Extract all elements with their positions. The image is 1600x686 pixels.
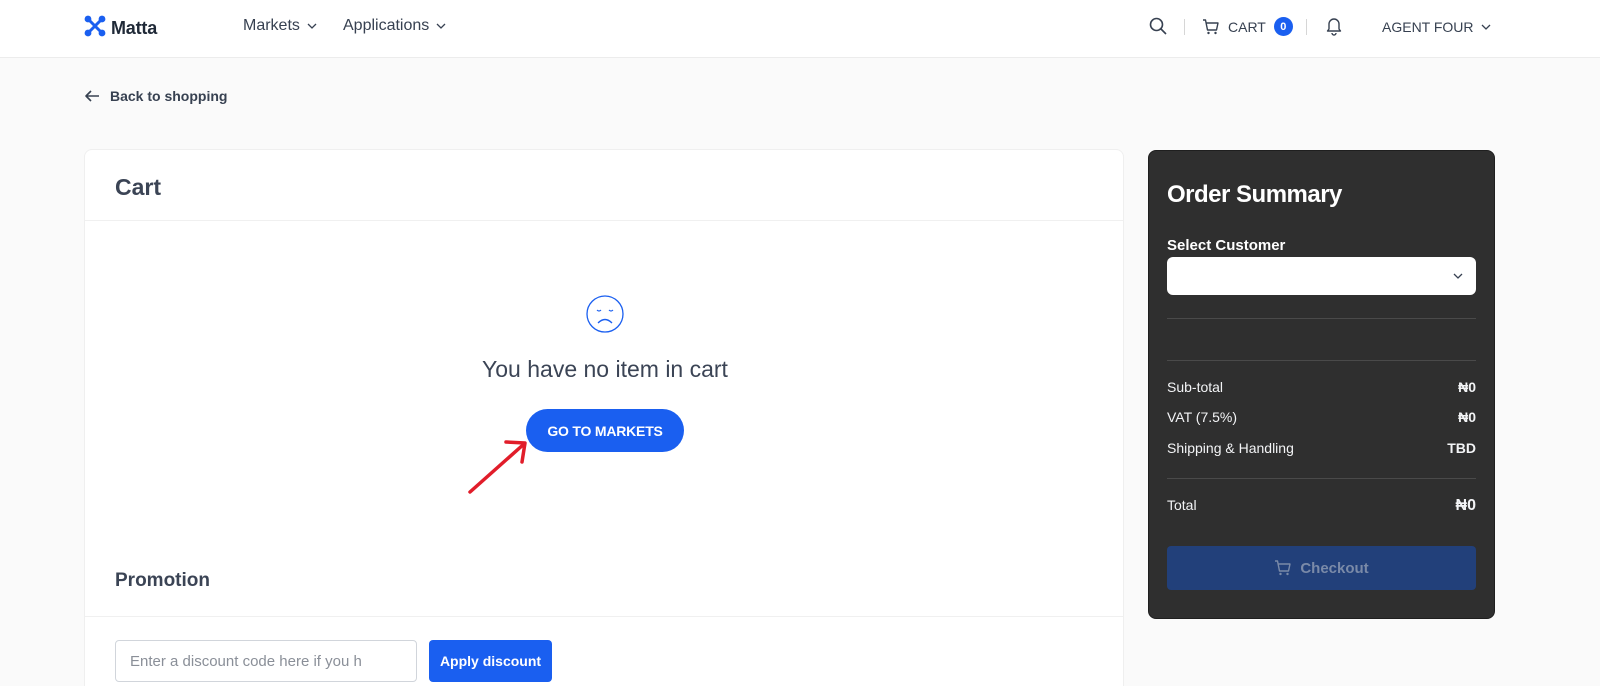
nav-applications[interactable]: Applications [343,17,447,35]
empty-cart-message: You have no item in cart [482,356,728,382]
promotion-title: Promotion [115,570,210,591]
go-to-markets-button[interactable]: GO TO MARKETS [526,409,684,452]
shipping-label: Shipping & Handling [1167,440,1294,456]
divider [1306,19,1307,35]
total-label: Total [1167,497,1197,513]
back-to-shopping-link[interactable]: Back to shopping [84,88,227,104]
customer-select[interactable] [1167,257,1476,295]
search-icon[interactable] [1148,16,1168,41]
shipping-row: Shipping & Handling TBD [1167,440,1476,456]
annotation-arrow-icon [468,440,527,494]
sad-face-icon [585,294,625,339]
user-name: AGENT FOUR [1382,19,1474,35]
logo-text: Matta [111,18,158,38]
order-summary-title: Order Summary [1167,181,1342,208]
discount-code-input[interactable] [115,640,417,682]
chevron-down-icon [1453,273,1463,279]
cart-count-badge: 0 [1273,17,1293,36]
checkout-label: Checkout [1300,559,1369,577]
total-row: Total ₦0 [1167,497,1476,515]
vat-row: VAT (7.5%) ₦0 [1167,409,1476,425]
user-menu[interactable]: AGENT FOUR [1382,19,1492,35]
nav-markets[interactable]: Markets [243,17,318,35]
subtotal-row: Sub-total ₦0 [1167,379,1476,395]
divider [1167,360,1476,361]
chevron-down-icon [1481,24,1490,30]
total-value: ₦0 [1455,497,1476,514]
apply-discount-button[interactable]: Apply discount [429,640,552,682]
divider [1167,318,1476,319]
select-customer-label: Select Customer [1167,237,1286,254]
bell-icon[interactable] [1325,16,1343,41]
divider [85,220,1123,221]
cart-label: CART [1228,18,1266,35]
divider [1167,478,1476,479]
cart-icon [1203,18,1219,34]
back-link-label: Back to shopping [110,88,228,104]
subtotal-value: ₦0 [1458,379,1476,395]
cart-panel: Cart You have no item in cart GO TO MARK… [84,149,1124,686]
logo[interactable]: Matta [83,14,157,43]
chevron-down-icon [436,23,446,29]
matta-logo-icon [83,14,107,43]
checkout-button[interactable]: Checkout [1167,546,1476,590]
divider [85,616,1123,617]
cart-title: Cart [115,174,162,200]
nav-markets-label: Markets [243,17,300,34]
order-summary-panel: Order Summary Select Customer Sub-total … [1148,150,1495,619]
cart-icon [1275,560,1292,576]
vat-value: ₦0 [1458,409,1476,425]
arrow-left-icon [85,90,99,102]
chevron-down-icon [307,23,317,29]
subtotal-label: Sub-total [1167,379,1224,395]
vat-label: VAT (7.5%) [1167,409,1238,425]
nav-applications-label: Applications [343,17,430,34]
shipping-value: TBD [1447,440,1476,456]
top-navbar: Matta Markets Applications CART 0 AGENT … [0,0,1600,58]
divider [1184,19,1185,35]
cart-button[interactable]: CART 0 [1202,17,1293,36]
